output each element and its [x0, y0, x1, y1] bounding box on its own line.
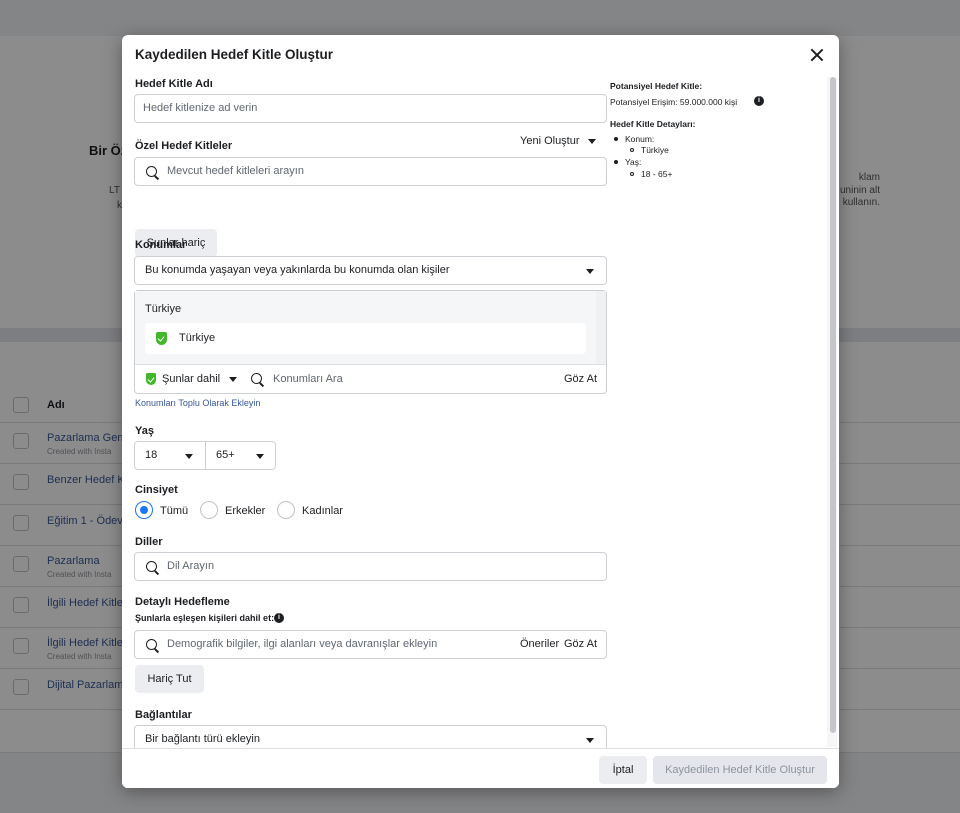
bullet — [614, 160, 618, 164]
suggestions-button[interactable]: Öneriler — [520, 638, 559, 650]
location-group-title: Türkiye — [145, 303, 182, 315]
detail-location-value: Türkiye — [641, 145, 669, 155]
info-icon[interactable]: i — [754, 96, 764, 106]
age-max-value: 65+ — [216, 449, 235, 461]
chevron-down-icon — [586, 738, 594, 743]
location-item-label: Türkiye — [179, 332, 216, 344]
language-search-input[interactable]: Dil Arayın — [134, 552, 607, 581]
gender-male-label: Erkekler — [225, 505, 266, 517]
detailed-targeting-sublabel: Şunlarla eşleşen kişileri dahil et: — [135, 613, 275, 623]
search-icon — [251, 373, 262, 384]
cancel-button[interactable]: İptal — [599, 756, 647, 784]
connection-type-select[interactable]: Bir bağlantı türü ekleyin — [134, 725, 607, 748]
detailed-targeting-input[interactable]: Demografik bilgiler, ilgi alanları veya … — [134, 630, 607, 659]
connections-label: Bağlantılar — [135, 709, 192, 721]
location-list-scrollbar[interactable] — [596, 291, 606, 364]
detail-age-value: 18 - 65+ — [641, 169, 673, 179]
chevron-down-icon — [185, 454, 193, 459]
info-icon[interactable]: i — [274, 613, 284, 623]
locations-label: Konumlar — [135, 239, 187, 251]
age-label: Yaş — [135, 425, 154, 437]
location-item[interactable]: Türkiye — [145, 323, 586, 354]
create-audience-button[interactable]: Kaydedilen Hedef Kitle Oluştur — [653, 756, 827, 784]
gender-all-label: Tümü — [160, 505, 189, 517]
audience-name-input[interactable]: Hedef kitlenize ad verin — [134, 94, 607, 123]
gender-all-radio[interactable] — [135, 501, 153, 519]
create-new-dropdown[interactable]: Yeni Oluştur — [520, 135, 600, 151]
detail-location-label: Konum: — [625, 134, 655, 144]
audience-name-placeholder: Hedef kitlenize ad verin — [143, 102, 258, 114]
custom-audiences-label: Özel Hedef Kitleler — [135, 140, 233, 152]
chevron-down-icon — [586, 269, 594, 274]
language-search-placeholder: Dil Arayın — [167, 560, 215, 572]
languages-label: Diller — [135, 536, 163, 548]
location-box: Türkiye Türkiye Şunlar dahil Konumları A… — [134, 290, 607, 394]
audience-name-label: Hedef Kitle Adı — [135, 78, 213, 90]
connection-type-placeholder: Bir bağlantı türü ekleyin — [145, 733, 260, 745]
location-browse-button[interactable]: Göz At — [564, 373, 597, 385]
chevron-down-icon — [588, 139, 596, 144]
include-mode-dropdown[interactable]: Şunlar dahil — [162, 373, 220, 385]
age-max-select[interactable]: 65+ — [205, 441, 276, 470]
dialog-footer: İptal Kaydedilen Hedef Kitle Oluştur — [122, 748, 839, 788]
shield-icon — [146, 373, 156, 385]
location-search-input[interactable]: Konumları Ara — [273, 373, 343, 385]
chevron-down-icon — [229, 377, 237, 382]
location-search-row: Şunlar dahil Konumları Ara Göz At — [135, 364, 606, 393]
gender-male-radio[interactable] — [200, 501, 218, 519]
location-list: Türkiye Türkiye — [135, 291, 596, 364]
create-saved-audience-dialog: Kaydedilen Hedef Kitle Oluştur Hedef Kit… — [122, 35, 839, 788]
shield-icon — [156, 332, 167, 345]
search-icon — [146, 639, 157, 650]
bulk-locations-link[interactable]: Konumları Toplu Olarak Ekleyin — [135, 398, 260, 408]
location-mode-value: Bu konumda yaşayan veya yakınlarda bu ko… — [145, 264, 450, 276]
custom-audience-search-input[interactable]: Mevcut hedef kitleleri arayın — [134, 157, 607, 186]
dialog-scroll-area[interactable]: Hedef Kitle Adı Hedef kitlenize ad verin… — [122, 75, 839, 748]
dialog-title: Kaydedilen Hedef Kitle Oluştur — [135, 47, 334, 62]
age-min-select[interactable]: 18 — [134, 441, 206, 470]
close-icon[interactable] — [808, 46, 826, 64]
potential-audience-title: Potansiyel Hedef Kitle: — [610, 81, 703, 91]
custom-audience-search-placeholder: Mevcut hedef kitleleri arayın — [167, 165, 304, 177]
audience-details-title: Hedef Kitle Detayları: — [610, 119, 696, 129]
bullet — [630, 172, 634, 176]
age-min-value: 18 — [145, 449, 158, 461]
gender-female-radio[interactable] — [277, 501, 295, 519]
potential-reach-text: Potansiyel Erişim: 59.000.000 kişi — [610, 97, 738, 107]
search-icon — [146, 561, 157, 572]
search-icon — [146, 166, 157, 177]
location-mode-select[interactable]: Bu konumda yaşayan veya yakınlarda bu ko… — [134, 256, 607, 285]
gender-label: Cinsiyet — [135, 484, 178, 496]
gender-female-label: Kadınlar — [302, 505, 343, 517]
exclude-people-button[interactable]: Hariç Tut — [135, 665, 204, 693]
bullet — [630, 148, 634, 152]
dialog-scrollbar-thumb[interactable] — [830, 77, 836, 733]
detailed-targeting-label: Detaylı Hedefleme — [135, 596, 230, 608]
detailed-targeting-placeholder: Demografik bilgiler, ilgi alanları veya … — [167, 638, 438, 650]
detail-age-label: Yaş: — [625, 157, 642, 167]
chevron-down-icon — [256, 454, 264, 459]
detailed-browse-button[interactable]: Göz At — [564, 638, 597, 650]
bullet — [614, 137, 618, 141]
